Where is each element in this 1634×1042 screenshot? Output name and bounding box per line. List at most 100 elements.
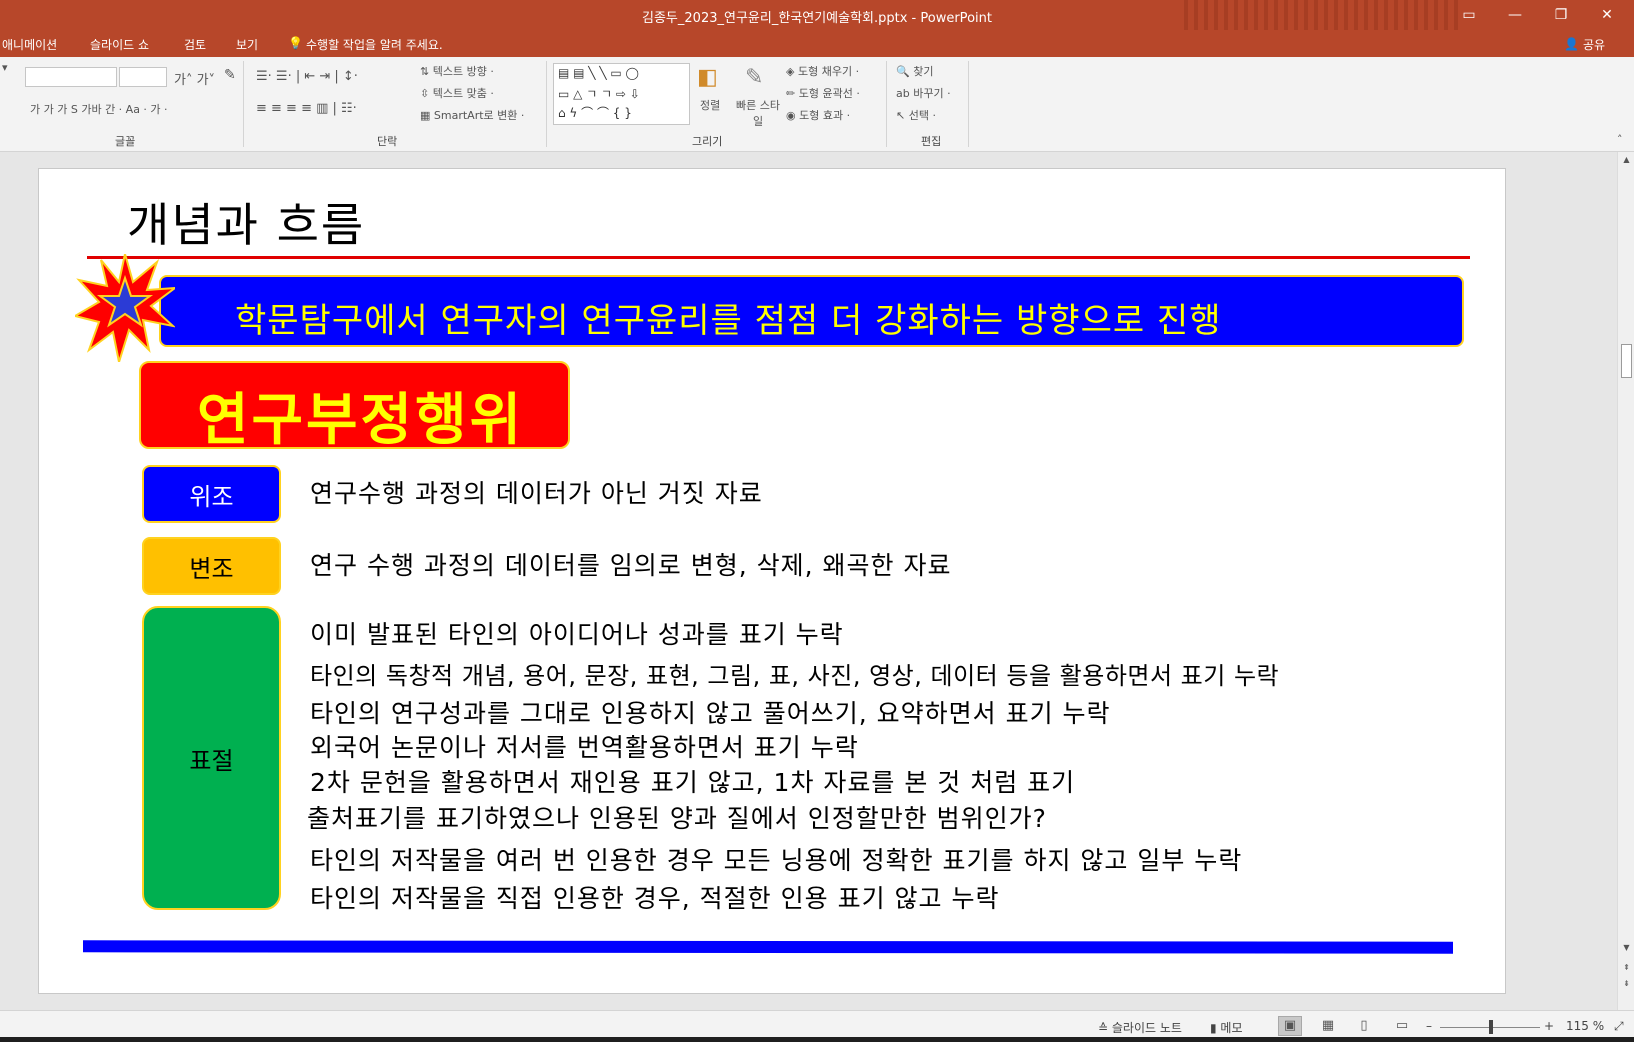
next-slide-icon[interactable]: ⇟ bbox=[1620, 978, 1633, 990]
tab-view[interactable]: 보기 bbox=[236, 36, 258, 53]
text-direction-label: 텍스트 방향 bbox=[432, 65, 487, 78]
ribbon: ▾ 가˄ 가˅ ✎ 가 가 가 S 가바 간 · Aa · 가 · 글꼴 ☰· … bbox=[0, 57, 1634, 152]
plagiarism-box[interactable]: 표절 bbox=[142, 606, 281, 910]
comments-button[interactable]: ▮ 메모 bbox=[1210, 1019, 1243, 1036]
tell-me-box[interactable]: 수행할 작업을 알려 주세요. bbox=[306, 36, 443, 53]
falsification-box[interactable]: 변조 bbox=[142, 537, 281, 595]
collapse-ribbon-icon[interactable]: ˄ bbox=[1617, 133, 1623, 146]
shapes-gallery[interactable]: ▤ ▤ ╲ ╲ ▭ ◯ ▭ △ ㄱ ㄱ ⇨ ⇩ ⌂ ϟ ⌒ ⌒ { } bbox=[553, 63, 690, 125]
group-paragraph-label: 단락 bbox=[377, 135, 398, 148]
plagiarism-line[interactable]: 출처표기를 표기하였으나 인용된 양과 질에서 인정할만한 범위인가? bbox=[307, 799, 1047, 835]
share-button[interactable]: 👤 공유 bbox=[1564, 33, 1624, 55]
plagiarism-label: 표절 bbox=[189, 746, 234, 775]
slide-canvas[interactable]: 개념과 흐름 학문탐구에서 연구자의 연구윤리를 점점 더 강화하는 방향으로 … bbox=[38, 168, 1506, 994]
taskbar-strip bbox=[0, 1037, 1634, 1042]
normal-view-icon[interactable]: ▣ bbox=[1278, 1016, 1302, 1036]
forgery-label: 위조 bbox=[189, 482, 234, 511]
font-format-icons[interactable]: 가 가 가 S 가바 간 · Aa · 가 · bbox=[30, 101, 168, 117]
zoom-out-icon[interactable]: – bbox=[1426, 1019, 1432, 1033]
restore-icon[interactable]: ❐ bbox=[1538, 0, 1584, 30]
slide-sorter-icon[interactable]: ▦ bbox=[1316, 1016, 1340, 1036]
find-button[interactable]: 🔍 찾기 bbox=[896, 63, 933, 79]
find-label: 찾기 bbox=[913, 65, 934, 78]
slideshow-view-icon[interactable]: ▭ bbox=[1390, 1016, 1414, 1036]
separator bbox=[243, 61, 244, 147]
forgery-text[interactable]: 연구수행 과정의 데이터가 아닌 거짓 자료 bbox=[310, 474, 763, 510]
grow-font-icon[interactable]: 가˄ 가˅ bbox=[174, 69, 215, 88]
misconduct-text: 연구부정행위 bbox=[197, 388, 525, 453]
arrange-label[interactable]: 정렬 bbox=[700, 97, 720, 113]
quick-styles-label[interactable]: 빠른 스타일 bbox=[736, 97, 780, 129]
font-name-combo[interactable] bbox=[25, 67, 117, 87]
tab-slideshow[interactable]: 슬라이드 쇼 bbox=[90, 36, 149, 53]
person-icon: 👤 bbox=[1564, 37, 1579, 51]
shape-outline-label: 도형 윤곽선 bbox=[798, 87, 853, 100]
title-bar: 김종두_2023_연구윤리_한국연기예술학회.pptx - PowerPoint… bbox=[0, 0, 1634, 30]
quick-styles-icon[interactable]: ✎ bbox=[745, 65, 763, 90]
text-direction-button[interactable]: ⇅ 텍스트 방향 · bbox=[420, 63, 494, 79]
align-text-button[interactable]: ⇳ 텍스트 맞춤 · bbox=[420, 85, 494, 101]
shape-effects-label: 도형 효과 bbox=[799, 109, 844, 122]
comments-label: 메모 bbox=[1220, 1021, 1243, 1035]
tab-animation[interactable]: 애니메이션 bbox=[2, 36, 57, 53]
select-button[interactable]: ↖ 선택 · bbox=[896, 107, 936, 123]
separator bbox=[968, 61, 969, 147]
zoom-slider-thumb[interactable] bbox=[1489, 1020, 1493, 1034]
plagiarism-line[interactable]: 2차 문헌을 활용하면서 재인용 표기 않고, 1차 자료를 본 것 처럼 표기 bbox=[310, 763, 1075, 799]
plagiarism-line[interactable]: 타인의 저작물을 여러 번 인용한 경우 모든 닝용에 정확한 표기를 하지 않… bbox=[310, 841, 1242, 877]
vertical-scrollbar[interactable]: ▲ ▼ ⇞ ⇟ bbox=[1617, 152, 1634, 1010]
plagiarism-line[interactable]: 외국어 논문이나 저서를 번역활용하면서 표기 누락 bbox=[310, 728, 859, 764]
scroll-down-icon[interactable]: ▼ bbox=[1620, 942, 1633, 954]
fit-slide-icon[interactable]: ⤢ bbox=[1614, 1019, 1624, 1034]
scroll-thumb[interactable] bbox=[1621, 344, 1632, 378]
forgery-box[interactable]: 위조 bbox=[142, 465, 281, 523]
window-title: 김종두_2023_연구윤리_한국연기예술학회.pptx - PowerPoint bbox=[642, 11, 992, 26]
notes-button[interactable]: ≙ 슬라이드 노트 bbox=[1098, 1019, 1182, 1036]
zoom-in-icon[interactable]: + bbox=[1544, 1019, 1554, 1033]
ribbon-display-icon[interactable]: ▭ bbox=[1446, 0, 1492, 30]
falsification-text[interactable]: 연구 수행 과정의 데이터를 임의로 변형, 삭제, 왜곡한 자료 bbox=[310, 546, 951, 582]
smartart-button[interactable]: ▦ SmartArt로 변환 · bbox=[420, 107, 524, 123]
zoom-level[interactable]: 115 % bbox=[1566, 1019, 1604, 1033]
arrange-icon[interactable]: ◧ bbox=[697, 65, 718, 90]
reading-view-icon[interactable]: ▯ bbox=[1352, 1016, 1376, 1036]
select-label: 선택 bbox=[908, 109, 929, 122]
banner-box[interactable]: 학문탐구에서 연구자의 연구윤리를 점점 더 강화하는 방향으로 진행 bbox=[159, 275, 1464, 347]
shape-icons-row2: ▭ △ ㄱ ㄱ ⇨ ⇩ bbox=[558, 87, 640, 101]
plagiarism-line[interactable]: 타인의 독창적 개념, 용어, 문장, 표현, 그림, 표, 사진, 영상, 데… bbox=[310, 656, 1279, 691]
shape-effects-button[interactable]: ◉ 도형 효과 · bbox=[786, 107, 850, 123]
separator bbox=[546, 61, 547, 147]
banner-text: 학문탐구에서 연구자의 연구윤리를 점점 더 강화하는 방향으로 진행 bbox=[235, 301, 1222, 341]
shape-outline-button[interactable]: ✏ 도형 윤곽선 · bbox=[786, 85, 860, 101]
list-icons[interactable]: ☰· ☰· | ⇤ ⇥ | ↕· bbox=[256, 69, 358, 84]
group-font-label: 글꼴 bbox=[115, 135, 136, 148]
tab-review[interactable]: 검토 bbox=[184, 36, 206, 53]
previous-slide-icon[interactable]: ⇞ bbox=[1620, 962, 1633, 974]
plagiarism-line[interactable]: 타인의 연구성과를 그대로 인용하지 않고 풀어쓰기, 요약하면서 표기 누락 bbox=[310, 694, 1111, 730]
falsification-label: 변조 bbox=[189, 554, 234, 583]
shape-icons-row3: ⌂ ϟ ⌒ ⌒ { } bbox=[558, 106, 632, 120]
shape-fill-button[interactable]: ◈ 도형 채우기 · bbox=[786, 63, 859, 79]
replace-button[interactable]: ab 바꾸기 · bbox=[896, 85, 951, 101]
clear-format-icon[interactable]: ✎ bbox=[224, 67, 236, 83]
lightbulb-icon: 💡 bbox=[288, 36, 303, 50]
close-icon[interactable]: ✕ bbox=[1584, 0, 1630, 30]
align-icons[interactable]: ≡ ≡ ≡ ≡ ▥ | ☷· bbox=[256, 101, 357, 116]
minimize-icon[interactable]: — bbox=[1492, 0, 1538, 30]
plagiarism-line[interactable]: 타인의 저작물을 직접 인용한 경우, 적절한 인용 표기 않고 누락 bbox=[310, 879, 999, 915]
misconduct-box[interactable]: 연구부정행위 bbox=[139, 361, 570, 453]
title-underline bbox=[87, 256, 1470, 259]
scroll-up-icon[interactable]: ▲ bbox=[1620, 154, 1633, 166]
ribbon-tabs: 애니메이션 슬라이드 쇼 검토 보기 💡 수행할 작업을 알려 주세요. 👤 공… bbox=[0, 30, 1634, 57]
plagiarism-line[interactable]: 이미 발표된 타인의 아이디어나 성과를 표기 누락 bbox=[310, 615, 844, 651]
collapsed-arrow-icon[interactable]: ▾ bbox=[2, 61, 8, 74]
shape-fill-label: 도형 채우기 bbox=[797, 65, 853, 78]
smartart-label: SmartArt로 변환 bbox=[433, 109, 518, 122]
separator bbox=[886, 61, 887, 147]
bottom-blue-bar bbox=[82, 940, 1454, 954]
group-drawing-label: 그리기 bbox=[692, 135, 723, 148]
font-size-combo[interactable] bbox=[119, 67, 167, 87]
slide-title[interactable]: 개념과 흐름 bbox=[127, 189, 365, 255]
notes-label: 슬라이드 노트 bbox=[1111, 1021, 1182, 1035]
replace-label: 바꾸기 bbox=[913, 87, 944, 100]
